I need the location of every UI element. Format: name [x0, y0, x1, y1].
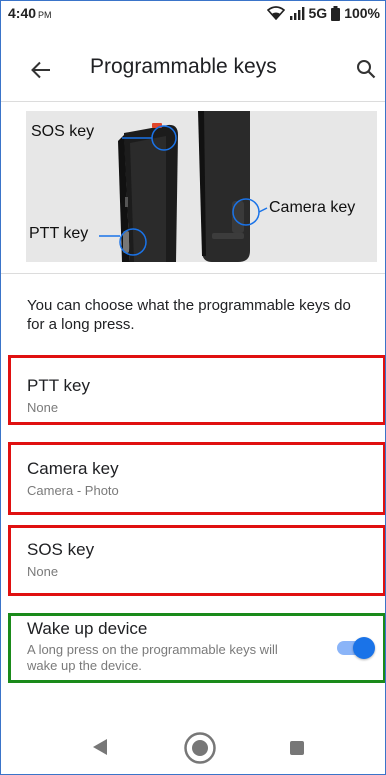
keys-illustration: SOS key PTT key Camera key: [26, 111, 377, 262]
nav-back-icon[interactable]: [92, 738, 108, 756]
app-bar: Programmable keys: [0, 44, 386, 96]
status-time: 4:40 PM: [8, 5, 52, 21]
wifi-icon: [266, 6, 285, 20]
back-button[interactable]: [27, 56, 55, 84]
appbar-divider: [0, 101, 386, 102]
ptt-key-callout: PTT key: [29, 225, 89, 242]
sos-key-highlight: [8, 525, 386, 596]
page-title: Programmable keys: [90, 55, 277, 78]
navigation-bar: [0, 720, 386, 775]
status-icons: 5G 100%: [266, 5, 380, 21]
signal-icon: [289, 7, 304, 20]
search-icon: [357, 60, 376, 79]
status-time-value: 4:40: [8, 5, 37, 21]
wake-up-highlight: [8, 613, 386, 683]
camera-key-highlight: [8, 442, 386, 515]
network-type: 5G: [308, 5, 328, 21]
battery-icon: [331, 5, 341, 21]
nav-home-icon[interactable]: [183, 731, 217, 765]
status-ampm: PM: [38, 10, 52, 20]
nav-recents-icon[interactable]: [290, 741, 304, 755]
arrow-back-icon: [31, 61, 50, 79]
battery-percent: 100%: [344, 5, 380, 21]
camera-key-callout: Camera key: [269, 199, 356, 216]
status-bar: 4:40 PM 5G 100%: [0, 0, 386, 26]
ptt-key-highlight: [8, 355, 386, 425]
sos-key-callout: SOS key: [31, 123, 95, 140]
description-text: You can choose what the programmable key…: [27, 297, 351, 333]
search-button[interactable]: [352, 55, 380, 83]
illustration-divider: [0, 273, 386, 274]
